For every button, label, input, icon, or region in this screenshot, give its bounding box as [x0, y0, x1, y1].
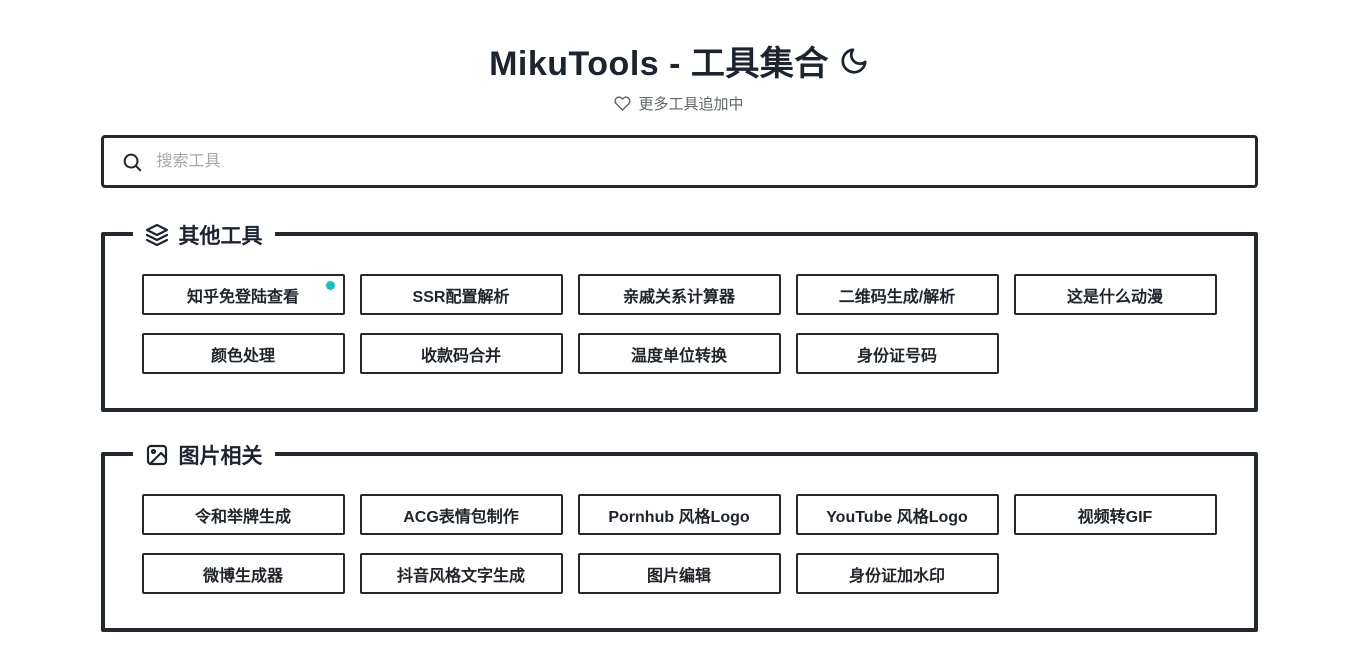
tool-button[interactable]: ACG表情包制作	[360, 494, 563, 535]
tool-button[interactable]: Pornhub 风格Logo	[578, 494, 781, 535]
tool-button[interactable]: 微博生成器	[142, 553, 345, 594]
moon-icon[interactable]	[839, 46, 869, 76]
section-legend: 其他工具	[133, 220, 275, 250]
page-title-text: MikuTools - 工具集合	[489, 36, 829, 85]
heart-icon	[614, 95, 631, 112]
section-image-tools: 图片相关 令和举牌生成ACG表情包制作Pornhub 风格LogoYouTube…	[101, 452, 1258, 632]
bottom-spacer	[101, 632, 1258, 656]
tool-button[interactable]: 二维码生成/解析	[796, 274, 999, 315]
tool-button[interactable]: 抖音风格文字生成	[360, 553, 563, 594]
section-title: 其他工具	[179, 220, 263, 250]
section-other-tools: 其他工具 知乎免登陆查看SSR配置解析亲戚关系计算器二维码生成/解析这是什么动漫…	[101, 232, 1258, 412]
tool-grid: 令和举牌生成 ACG表情包制作 Pornhub 风格Logo YouTube 风格Lo…	[142, 494, 1217, 594]
tool-button[interactable]: 令和举牌生成	[142, 494, 345, 535]
main-container: MikuTools - 工具集合 更多工具追加中	[101, 36, 1258, 656]
tool-button[interactable]: 身份证号码	[796, 333, 999, 374]
page: MikuTools - 工具集合 更多工具追加中	[0, 0, 1358, 656]
tool-button[interactable]: 知乎免登陆查看	[142, 274, 345, 315]
search-input[interactable]	[155, 152, 1255, 172]
tool-button[interactable]: 亲戚关系计算器	[578, 274, 781, 315]
layers-icon	[145, 223, 169, 247]
tool-button[interactable]: 收款码合并	[360, 333, 563, 374]
search-icon	[121, 151, 143, 173]
section-legend: 图片相关	[133, 440, 275, 470]
tool-button[interactable]: 颜色处理	[142, 333, 345, 374]
tool-button[interactable]: 身份证加水印	[796, 553, 999, 594]
tool-button[interactable]: 图片编辑	[578, 553, 781, 594]
search-bar	[101, 135, 1258, 188]
tool-button[interactable]: SSR配置解析	[360, 274, 563, 315]
image-icon	[145, 443, 169, 467]
page-title: MikuTools - 工具集合	[101, 36, 1258, 85]
tool-grid: 知乎免登陆查看 SSR配置解析亲戚关系计算器二维码生成/解析这是什么动漫颜色处理收…	[142, 274, 1217, 374]
subtitle-text: 更多工具追加中	[638, 93, 743, 114]
tool-button[interactable]: 温度单位转换	[578, 333, 781, 374]
new-badge-dot	[326, 281, 335, 290]
tool-button[interactable]: 视频转GIF	[1014, 494, 1217, 535]
tool-button[interactable]: YouTube 风格Logo	[796, 494, 999, 535]
tool-button[interactable]: 这是什么动漫	[1014, 274, 1217, 315]
subtitle: 更多工具追加中	[101, 93, 1258, 114]
section-title: 图片相关	[179, 440, 263, 470]
